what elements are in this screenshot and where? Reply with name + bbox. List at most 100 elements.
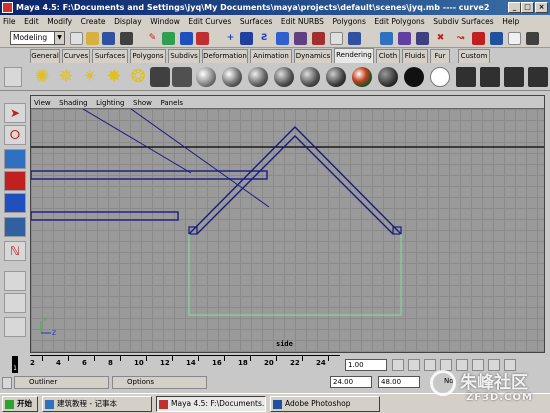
blinn-shader-icon[interactable]	[222, 67, 242, 87]
taskbar-item-maya[interactable]: Maya 4.5: F:\Documents...	[156, 396, 266, 412]
mask-joints-icon[interactable]	[240, 32, 253, 45]
viewport-canvas[interactable]: Y Z side	[31, 109, 544, 352]
options-panel-tab[interactable]: Options	[112, 376, 207, 389]
channel-box-toggle-icon[interactable]	[526, 32, 539, 45]
select-hierarchy-icon[interactable]	[120, 32, 133, 45]
render-globals-icon[interactable]	[508, 32, 521, 45]
open-scene-icon[interactable]	[86, 32, 99, 45]
beam-upper[interactable]	[31, 170, 268, 180]
tab-cloth[interactable]: Cloth	[376, 49, 400, 63]
save-scene-icon[interactable]	[102, 32, 115, 45]
lasso-tool-icon[interactable]: ⵔ	[4, 125, 26, 145]
shading-map-icon[interactable]	[404, 67, 424, 87]
directional-light-icon[interactable]: ✵	[56, 67, 76, 87]
tab-animation[interactable]: Animation	[250, 49, 292, 63]
phong-shader-icon[interactable]	[248, 67, 268, 87]
mask-deformations-icon[interactable]	[294, 32, 307, 45]
range-start-field[interactable]: 24.00	[330, 376, 372, 388]
surface-shader-icon[interactable]	[378, 67, 398, 87]
tab-custom[interactable]: Custom	[458, 49, 490, 63]
range-end-field[interactable]: 48.00	[378, 376, 420, 388]
current-frame-marker[interactable]: 1	[12, 356, 18, 373]
mask-dynamics-icon[interactable]	[312, 32, 325, 45]
batch-render-icon[interactable]	[504, 67, 524, 87]
scale-tool-icon[interactable]	[4, 193, 26, 213]
menu-edit-polygons[interactable]: Edit Polygons	[371, 15, 427, 29]
menu-help[interactable]: Help	[499, 15, 522, 29]
select-object-icon[interactable]: ✎	[146, 32, 159, 45]
camera-aim-icon[interactable]	[172, 67, 192, 87]
outliner-layout-icon[interactable]	[4, 317, 26, 337]
menu-modify[interactable]: Modify	[44, 15, 75, 29]
menu-edit[interactable]: Edit	[21, 15, 42, 29]
tab-polygons[interactable]: Polygons	[130, 49, 166, 63]
menu-subdiv-surfaces[interactable]: Subdiv Surfaces	[430, 15, 496, 29]
mask-handles-icon[interactable]: +	[224, 32, 237, 45]
outliner-panel-tab[interactable]: Outliner	[14, 376, 109, 389]
maximize-button[interactable]: □	[521, 2, 534, 13]
roof-inner-curve[interactable]	[196, 135, 394, 235]
taskbar-item-notepad[interactable]: 建筑教程 - 记事本	[42, 396, 152, 412]
rotate-tool-icon[interactable]	[4, 171, 26, 191]
layered-shader-icon[interactable]	[326, 67, 346, 87]
render-settings-icon[interactable]	[528, 67, 548, 87]
viewport-panel[interactable]: View Shading Lighting Show Panels Y Z si…	[30, 95, 545, 353]
anisotropic-shader-icon[interactable]	[300, 67, 320, 87]
snap-curve-icon[interactable]	[398, 32, 411, 45]
render-current-icon[interactable]	[472, 32, 485, 45]
area-light-icon[interactable]: ❂	[128, 67, 148, 87]
menu-polygons[interactable]: Polygons	[329, 15, 368, 29]
lambert-shader-icon[interactable]	[196, 67, 216, 87]
snap-grid-icon[interactable]	[380, 32, 393, 45]
beam-lower[interactable]	[31, 211, 179, 221]
tab-dynamics[interactable]: Dynamics	[294, 49, 332, 63]
select-tool-icon[interactable]: ➤	[4, 103, 26, 123]
step-back-icon[interactable]	[408, 359, 420, 371]
tab-fluids[interactable]: Fluids	[402, 49, 428, 63]
menu-file[interactable]: File	[0, 15, 19, 29]
snap-point-icon[interactable]	[416, 32, 429, 45]
tab-deformation[interactable]: Deformation	[202, 49, 248, 63]
tab-general[interactable]: General	[30, 49, 60, 63]
phong-e-shader-icon[interactable]	[274, 67, 294, 87]
roof-outer-curve[interactable]	[188, 126, 402, 235]
menu-display[interactable]: Display	[111, 15, 145, 29]
tab-rendering[interactable]: Rendering	[334, 48, 374, 63]
shelf-menu-icon[interactable]	[4, 67, 22, 87]
menu-surfaces[interactable]: Surfaces	[237, 15, 275, 29]
point-light-icon[interactable]: ✴	[80, 67, 100, 87]
current-time-field[interactable]: 1.00	[345, 359, 387, 371]
title-bar[interactable]: Maya 4.5: F:\Documents and Settings\jyq\…	[0, 0, 550, 15]
single-pane-layout-icon[interactable]	[4, 271, 26, 291]
menu-edit-curves[interactable]: Edit Curves	[185, 15, 234, 29]
start-button[interactable]: 开始	[2, 396, 38, 412]
mask-deformers-icon[interactable]	[196, 32, 209, 45]
tab-curves[interactable]: Curves	[62, 49, 90, 63]
tab-subdivs[interactable]: Subdivs	[168, 49, 200, 63]
spot-light-icon[interactable]: ✸	[104, 67, 124, 87]
wall-outline-curve[interactable]	[188, 234, 402, 316]
menu-window[interactable]: Window	[147, 15, 183, 29]
panel-toggle-icon[interactable]	[2, 377, 12, 389]
menu-edit-nurbs[interactable]: Edit NURBS	[278, 15, 327, 29]
last-tool-icon[interactable]: ℕ	[4, 241, 26, 261]
snap-view-icon[interactable]: ✖	[434, 32, 447, 45]
new-scene-icon[interactable]	[70, 32, 83, 45]
manipulator-tool-icon[interactable]	[4, 217, 26, 237]
camera-icon[interactable]	[150, 67, 170, 87]
hypershade-icon[interactable]	[480, 67, 500, 87]
ipr-render-icon[interactable]	[490, 32, 503, 45]
time-slider[interactable]: 2 4 6 8 10 12 14 16 18 20 22 24 1	[12, 355, 340, 374]
taskbar-item-photoshop[interactable]: Adobe Photoshop	[270, 396, 380, 412]
minimize-button[interactable]: _	[508, 2, 521, 13]
close-button[interactable]: ×	[535, 2, 548, 13]
ramp-shader-icon[interactable]	[352, 67, 372, 87]
ambient-light-icon[interactable]: ✺	[32, 67, 52, 87]
tab-surfaces[interactable]: Surfaces	[92, 49, 128, 63]
construction-history-icon[interactable]: ↝	[454, 32, 467, 45]
use-background-icon[interactable]	[430, 67, 450, 87]
four-pane-layout-icon[interactable]	[4, 293, 26, 313]
mask-curves-icon[interactable]: Ƨ	[258, 32, 271, 45]
mask-surfaces-icon[interactable]	[180, 32, 193, 45]
move-tool-icon[interactable]	[4, 149, 26, 169]
